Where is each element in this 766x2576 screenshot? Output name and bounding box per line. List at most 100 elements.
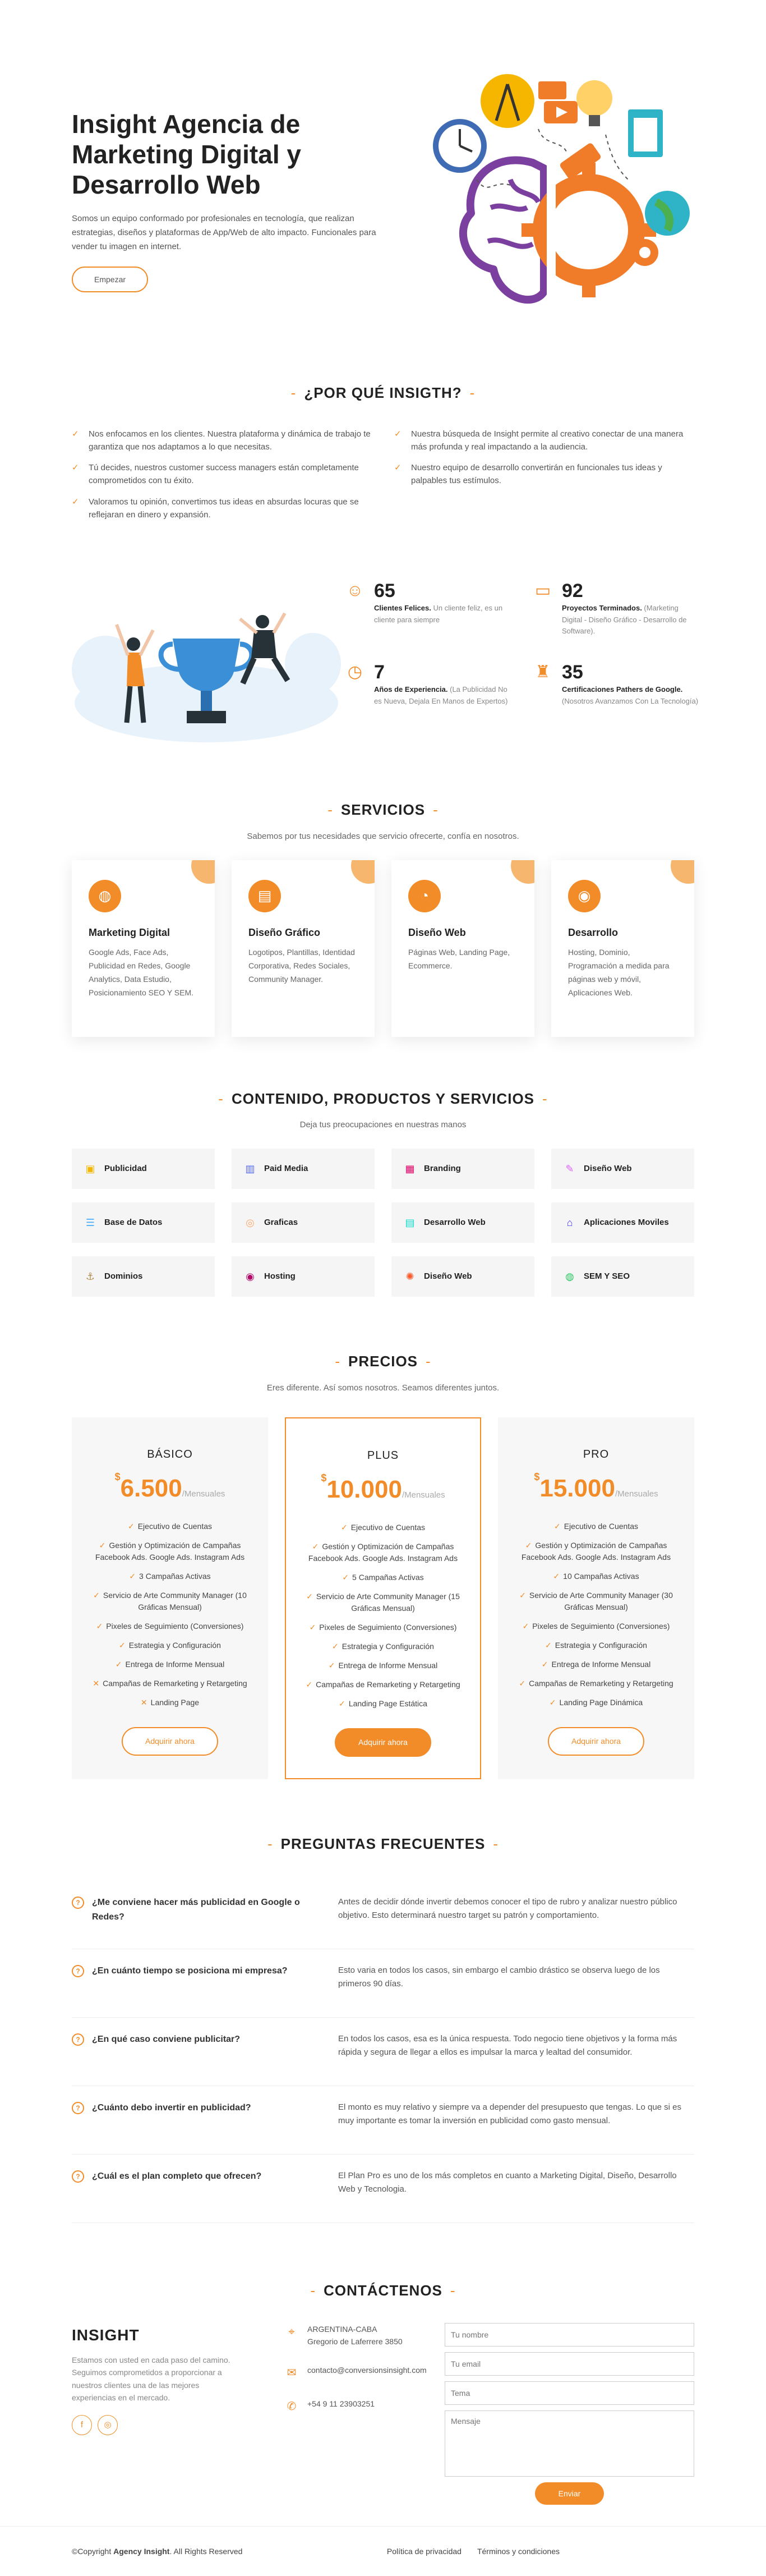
pricing-card: PLUS $10.000/Mensuales ✓ Ejecutivo de Cuent… <box>285 1417 481 1779</box>
services-section: - SERVICIOS - Sabemos por tus necesidades … <box>72 798 694 1037</box>
tile-label: Branding <box>424 1164 461 1174</box>
bar-chart-icon: ▥ <box>245 1163 255 1174</box>
services-title: - SERVICIOS - <box>327 801 439 819</box>
x-icon: ✕ <box>93 1679 100 1688</box>
faq-item[interactable]: ? ¿En qué caso conviene publicitar? En tod… <box>72 2018 694 2087</box>
check-icon: ✓ <box>127 1522 135 1531</box>
stat-note: (Nosotros Avanzamos Con La Tecnología) <box>562 696 699 705</box>
check-icon: ✓ <box>93 1591 100 1600</box>
service-card[interactable]: ◍ Marketing Digital Google Ads, Face Ads… <box>72 860 215 1037</box>
base-station-icon: ✺ <box>405 1270 414 1282</box>
content-tile[interactable]: ▦ Branding <box>391 1149 534 1190</box>
facebook-icon[interactable]: f <box>72 2415 92 2436</box>
content-tile[interactable]: ☰ Base de Datos <box>72 1202 215 1243</box>
check-icon: ✓ <box>339 1699 345 1709</box>
check-icon: ✓ <box>72 429 79 439</box>
content-tile[interactable]: ◎ Graficas <box>232 1202 375 1243</box>
service-card[interactable]: ◔ Diseño Web Páginas Web, Landing Page, … <box>391 860 534 1037</box>
faq-question: ? ¿Me conviene hacer más publicidad en Go… <box>72 1895 338 1926</box>
buy-now-button[interactable]: Adquirir ahora <box>122 1727 218 1756</box>
services-subtitle: Sabemos por tus necesidades que servicio… <box>247 831 519 841</box>
check-icon: ✓ <box>553 1572 560 1581</box>
check-icon: ✓ <box>342 1573 349 1582</box>
feature-item: ✓ Servicio de Arte Community Manager (30 … <box>519 1591 673 1612</box>
terms-link[interactable]: Términos y condiciones <box>477 2545 560 2557</box>
faq-item[interactable]: ? ¿Me conviene hacer más publicidad en Go… <box>72 1881 694 1950</box>
content-section: - CONTENIDO, PRODUCTOS Y SERVICIOS - Deja … <box>72 1087 694 1297</box>
check-icon: ✓ <box>545 1641 552 1650</box>
service-card[interactable]: ◉ Desarrollo Hosting, Dominio, Programac… <box>551 860 694 1037</box>
faq-item[interactable]: ? ¿Cuánto debo invertir en publicidad? El … <box>72 2086 694 2155</box>
hero-text: Insight Agencia de Marketing Digital y D… <box>72 109 386 293</box>
buy-now-button[interactable]: Adquirir ahora <box>548 1727 644 1756</box>
question-icon: ? <box>72 1897 84 1909</box>
hero-description: Somos un equipo conformado por profesion… <box>72 214 376 251</box>
faq-item[interactable]: ? ¿Cuál es el plan completo que ofrecen? E… <box>72 2155 694 2224</box>
privacy-link[interactable]: Política de privacidad <box>387 2545 462 2557</box>
content-subtitle: Deja tus preocupaciones en nuestras mano… <box>299 1120 467 1130</box>
faq-list: ? ¿Me conviene hacer más publicidad en Go… <box>72 1881 694 2224</box>
stat-number: 35 <box>562 662 583 683</box>
address-line: ARGENTINA-CABA <box>307 2325 377 2334</box>
content-tile[interactable]: ▣ Publicidad <box>72 1149 215 1190</box>
feature-list: ✓ Ejecutivo de Cuentas ✓ Gestión y Optimiza… <box>515 1521 677 1709</box>
plan-price: $15.000/Mensuales <box>534 1471 658 1502</box>
check-icon: ✓ <box>340 1523 348 1532</box>
faq-answer: En todos los casos, esa es la única resp… <box>338 2034 677 2058</box>
stat-label: Clientes Felices. <box>374 603 431 612</box>
calendar-icon: ▦ <box>405 1163 415 1174</box>
subject-input[interactable] <box>445 2381 694 2405</box>
feature-item: ✕ Campañas de Remarketing y Retargeting <box>93 1679 247 1688</box>
content-tile[interactable]: ▥ Paid Media <box>232 1149 375 1190</box>
price-tag-icon: ⌂ <box>566 1216 573 1228</box>
message-textarea[interactable] <box>445 2410 694 2477</box>
faq-item[interactable]: ? ¿En cuánto tiempo se posiciona mi empre… <box>72 1949 694 2018</box>
content-tile[interactable]: ◉ Hosting <box>232 1256 375 1297</box>
anchor-icon: ⚓ <box>85 1270 95 1282</box>
stat-happy-clients: ☺ 65 Clientes Felices. Un cliente feliz,… <box>344 580 512 626</box>
content-tile[interactable]: ▤ Desarrollo Web <box>391 1202 534 1243</box>
tile-label: Desarrollo Web <box>424 1218 486 1228</box>
feature-item: ✓ Ejecutivo de Cuentas <box>340 1523 426 1532</box>
clock-icon: ◷ <box>347 663 363 682</box>
feature-item: ✓ 10 Campañas Activas <box>553 1572 639 1581</box>
content-tile[interactable]: ⚓ Dominios <box>72 1256 215 1297</box>
phone-icon: ✆ <box>287 2400 297 2413</box>
phone-link[interactable]: +54 9 11 23903251 <box>307 2398 375 2416</box>
content-tile[interactable]: ◍ SEM Y SEO <box>551 1256 694 1297</box>
pricing-subtitle: Eres diferente. Así somos nosotros. Seam… <box>266 1383 500 1393</box>
start-button[interactable]: Empezar <box>72 266 149 293</box>
hero-section: Insight Agencia de Marketing Digital y D… <box>0 0 766 359</box>
tile-label: Paid Media <box>264 1164 308 1174</box>
name-input[interactable] <box>445 2323 694 2347</box>
mail-icon: ✉ <box>287 2366 297 2379</box>
map-pin-icon: ⌖ <box>288 2326 295 2339</box>
phone-item: ✆ +54 9 11 23903251 <box>285 2398 445 2416</box>
why-item: ✓ Valoramos tu opinión, convertimos tus i… <box>72 495 372 522</box>
email-link[interactable]: contacto@conversionsinsight.com <box>307 2364 427 2382</box>
content-tile[interactable]: ✺ Diseño Web <box>391 1256 534 1297</box>
send-button[interactable]: Enviar <box>534 2482 605 2505</box>
check-icon: ✓ <box>309 1623 316 1632</box>
feature-item: ✓ 3 Campañas Activas <box>129 1572 211 1581</box>
paint-brush-icon: ✎ <box>565 1163 574 1174</box>
content-tile[interactable]: ⌂ Aplicaciones Moviles <box>551 1202 694 1243</box>
buy-now-button[interactable]: Adquirir ahora <box>335 1728 431 1757</box>
check-icon: ✓ <box>306 1592 313 1601</box>
tile-label: Hosting <box>264 1271 296 1282</box>
brain-gear-illustration <box>433 74 690 304</box>
gradient-icon: ◎ <box>246 1216 255 1228</box>
disc-icon: ◉ <box>246 1270 255 1282</box>
email-input[interactable] <box>445 2352 694 2376</box>
instagram-icon[interactable]: ◎ <box>98 2415 118 2436</box>
stat-label: Proyectos Terminados. <box>562 603 642 612</box>
check-icon: ✓ <box>522 1622 529 1631</box>
check-icon: ✓ <box>119 1641 126 1650</box>
address-item: ⌖ ARGENTINA-CABA Gregorio de Laferrere 38… <box>285 2323 445 2348</box>
check-icon: ✓ <box>129 1572 136 1581</box>
pricing-card: BÁSICO $6.500/Mensuales ✓ Ejecutivo de Cuen… <box>72 1417 268 1779</box>
social-links: f ◎ <box>72 2415 285 2436</box>
service-card[interactable]: ▤ Diseño Gráfico Logotipos, Plantillas, … <box>232 860 375 1037</box>
check-icon: ✓ <box>549 1698 556 1707</box>
content-tile[interactable]: ✎ Diseño Web <box>551 1149 694 1190</box>
